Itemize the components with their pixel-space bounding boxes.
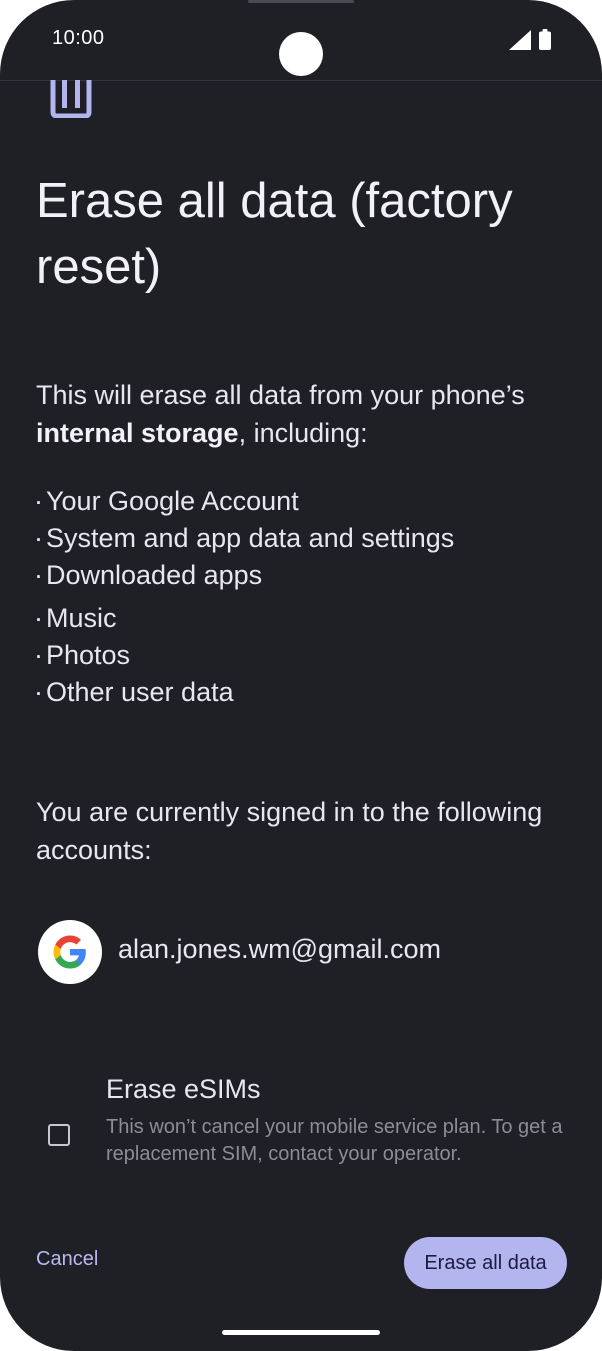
erase-intro-text: This will erase all data from your phone…: [36, 376, 576, 452]
accounts-label: You are currently signed in to the follo…: [36, 797, 543, 865]
list-item: · Downloaded apps: [34, 560, 263, 590]
battery-full-icon: [539, 29, 551, 50]
erase-esims-title[interactable]: Erase eSIMs: [106, 1074, 261, 1105]
list-item: · Music: [34, 603, 117, 633]
account-avatar: [38, 920, 102, 984]
cancel-button[interactable]: Cancel: [36, 1248, 98, 1271]
factory-reset-icon: [50, 80, 92, 118]
intro-prefix: This will erase all data from your phone…: [36, 380, 525, 410]
erase-esims-description: This won’t cancel your mobile service pl…: [106, 1116, 563, 1165]
intro-suffix: , including:: [238, 418, 368, 448]
camera-cutout: [279, 32, 323, 76]
erase-esims-checkbox[interactable]: [48, 1124, 70, 1146]
cellular-signal-icon: [509, 30, 531, 50]
list-item: · Your Google Account: [34, 486, 299, 516]
list-item: · Other user data: [34, 677, 234, 707]
intro-emphasis: internal storage: [36, 418, 239, 448]
list-item: · System and app data and settings: [34, 523, 455, 553]
page-title: Erase all data (factory reset): [36, 174, 513, 294]
erase-all-data-button[interactable]: Erase all data: [404, 1237, 567, 1289]
status-bar: 10:00: [0, 0, 602, 81]
home-indicator[interactable]: [222, 1330, 380, 1335]
google-logo-icon: [53, 935, 86, 969]
phone-screen: 10:00 Erase all data (factory reset) Thi…: [0, 0, 602, 1351]
status-time: 10:00: [52, 27, 105, 49]
list-item: · Photos: [34, 640, 131, 670]
account-email: alan.jones.wm@gmail.com: [118, 934, 442, 964]
